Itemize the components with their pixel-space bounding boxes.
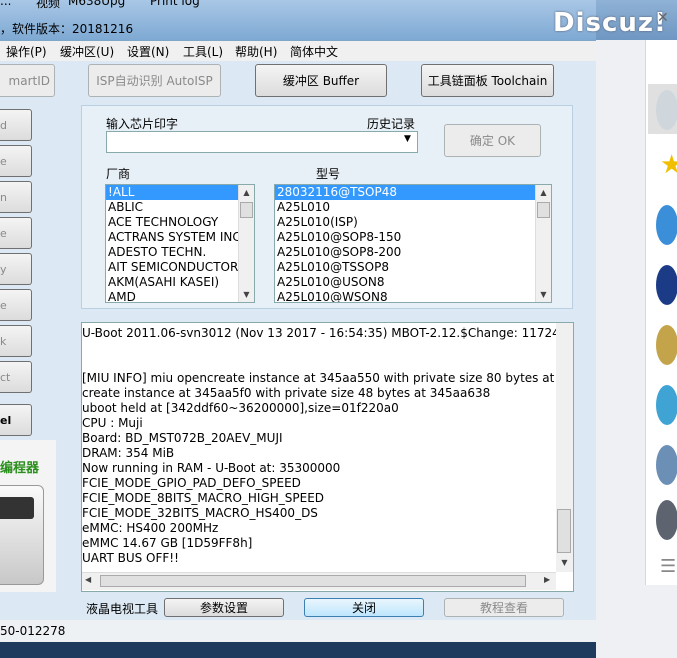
avatar-icon[interactable]	[656, 325, 677, 365]
side-button[interactable]: y	[0, 253, 32, 285]
list-item[interactable]: A25L010@WSON8	[275, 290, 551, 302]
menu-icon[interactable]: ☰	[660, 556, 676, 577]
maker-label: 厂商	[106, 167, 131, 181]
star-icon[interactable]: ★	[660, 150, 677, 180]
log-line: uboot held at [342ddf60~36200000],size=0…	[82, 401, 399, 415]
menu-help[interactable]: 帮助(H)	[235, 43, 277, 60]
log-output[interactable]: U-Boot 2011.06-svn3012 (Nov 13 2017 - 16…	[81, 322, 574, 592]
menu-language[interactable]: 简体中文	[290, 43, 338, 60]
side-button[interactable]: el	[0, 404, 32, 436]
scroll-thumb[interactable]	[100, 575, 526, 587]
model-label: 型号	[316, 167, 341, 181]
app-icon[interactable]	[656, 205, 677, 245]
close-button[interactable]: 关闭	[304, 598, 424, 617]
side-button[interactable]: e	[0, 145, 32, 177]
buffer-button[interactable]: 缓冲区 Buffer	[255, 64, 387, 97]
avatar-icon[interactable]	[656, 445, 677, 485]
log-line: CPU : Muji	[82, 416, 143, 430]
scroll-down-icon[interactable]: ▼	[536, 287, 551, 302]
list-item[interactable]: A25L010@TSSOP8	[275, 260, 551, 275]
menu-tools[interactable]: 工具(L)	[183, 43, 223, 60]
list-item[interactable]: AKM(ASAHI KASEI)	[106, 275, 254, 290]
log-line: DRAM: 354 MiB	[82, 446, 175, 460]
window-title: ，软件版本：20181216	[0, 22, 134, 36]
avatar-icon[interactable]	[656, 500, 677, 540]
taskbar	[0, 642, 596, 658]
title-fragment: M638Upg	[68, 0, 126, 8]
chevron-down-icon[interactable]: ▼	[404, 134, 411, 144]
confirm-ok-button[interactable]: 确定 OK	[444, 124, 541, 157]
chip-input-label: 输入芯片印字	[106, 117, 179, 131]
scroll-thumb[interactable]	[240, 202, 253, 218]
scroll-right-icon[interactable]: ▶	[544, 575, 550, 584]
log-line: Board: BD_MST072B_20AEV_MUJI	[82, 431, 283, 445]
avatar-icon[interactable]	[656, 90, 677, 130]
autoisp-button[interactable]: ISP自动识别 AutoISP	[88, 64, 221, 97]
list-item[interactable]: A25L010@USON8	[275, 275, 551, 290]
log-line: UART BUS OFF!!	[82, 551, 179, 565]
side-button[interactable]: d	[0, 109, 32, 141]
app-icon[interactable]	[656, 265, 677, 305]
list-item[interactable]: AIT SEMICONDUCTOR	[106, 260, 254, 275]
log-line: [MIU INFO] miu opencreate instance at 34…	[82, 371, 574, 385]
menu-operate[interactable]: 操作(P)	[6, 43, 47, 60]
preview-title: 编程器	[0, 461, 40, 476]
scroll-up-icon[interactable]: ▲	[536, 185, 551, 200]
list-item[interactable]: A25L010@SOP8-200	[275, 245, 551, 260]
log-line: FCIE_MODE_8BITS_MACRO_HIGH_SPEED	[82, 491, 325, 505]
list-item[interactable]: !ALL	[106, 185, 254, 200]
side-button[interactable]: ct	[0, 361, 32, 393]
log-line: eMMC 14.67 GB [1D59FF8h]	[82, 536, 253, 550]
avatar-icon[interactable]	[656, 385, 677, 425]
discuz-logo: Discuz!	[553, 8, 667, 38]
list-item[interactable]: A25L010(ISP)	[275, 215, 551, 230]
param-settings-button[interactable]: 参数设置	[164, 598, 284, 617]
title-fragment: 视频	[36, 0, 61, 10]
side-button[interactable]: e	[0, 289, 32, 321]
log-line: FCIE_MODE_GPIO_PAD_DEFO_SPEED	[82, 476, 301, 490]
title-fragment: ...	[0, 0, 12, 8]
history-label: 历史记录	[367, 117, 416, 131]
menu-buffer[interactable]: 缓冲区(U)	[60, 43, 114, 60]
close-icon[interactable]: ✕	[657, 10, 669, 26]
scroll-up-icon[interactable]: ▲	[239, 185, 254, 200]
side-button[interactable]: k	[0, 325, 32, 357]
log-line: Now running in RAM - U-Boot at: 35300000	[82, 461, 341, 475]
serial-number: 50-012278	[0, 624, 66, 638]
tutorial-button[interactable]: 教程查看	[444, 598, 564, 617]
log-line: FCIE_MODE_32BITS_MACRO_HS400_DS	[82, 506, 318, 520]
list-item[interactable]: ACTRANS SYSTEM INC	[106, 230, 254, 245]
log-horizontal-scrollbar[interactable]: ◀ ▶	[82, 572, 556, 590]
model-listbox[interactable]: 28032116@TSOP48 A25L010 A25L010(ISP) A25…	[274, 184, 552, 303]
scroll-thumb[interactable]	[557, 509, 571, 553]
device-socket	[0, 497, 34, 519]
toolchain-button[interactable]: 工具链面板 Toolchain	[421, 64, 554, 97]
scroll-thumb[interactable]	[537, 202, 550, 218]
log-vertical-scrollbar[interactable]: ▼	[556, 323, 573, 572]
model-scrollbar[interactable]: ▲ ▼	[535, 185, 551, 302]
list-item[interactable]: ADESTO TECHN.	[106, 245, 254, 260]
side-button[interactable]: n	[0, 181, 32, 213]
log-line: eMMC: HS400 200MHz	[82, 521, 219, 535]
side-button[interactable]: e	[0, 217, 32, 249]
list-item[interactable]: A25L010	[275, 200, 551, 215]
title-fragment: Print log	[150, 0, 200, 8]
lcd-tv-tool-label: 液晶电视工具	[86, 602, 159, 616]
list-item[interactable]: ACE TECHNOLOGY	[106, 215, 254, 230]
list-item[interactable]: AMD	[106, 290, 254, 302]
scroll-down-icon[interactable]: ▼	[557, 555, 572, 570]
smartid-button[interactable]: martID	[0, 64, 55, 97]
scroll-left-icon[interactable]: ◀	[85, 575, 91, 584]
list-item[interactable]: ABLIC	[106, 200, 254, 215]
log-line: create instance at 345aa5f0 with private…	[82, 386, 491, 400]
list-item[interactable]: 28032116@TSOP48	[275, 185, 551, 200]
maker-scrollbar[interactable]: ▲ ▼	[238, 185, 254, 302]
maker-listbox[interactable]: !ALL ABLIC ACE TECHNOLOGY ACTRANS SYSTEM…	[105, 184, 255, 303]
scroll-down-icon[interactable]: ▼	[239, 287, 254, 302]
chip-marking-combobox[interactable]	[106, 131, 418, 153]
log-line: U-Boot 2011.06-svn3012 (Nov 13 2017 - 16…	[82, 326, 574, 340]
list-item[interactable]: A25L010@SOP8-150	[275, 230, 551, 245]
menu-settings[interactable]: 设置(N)	[127, 43, 169, 60]
